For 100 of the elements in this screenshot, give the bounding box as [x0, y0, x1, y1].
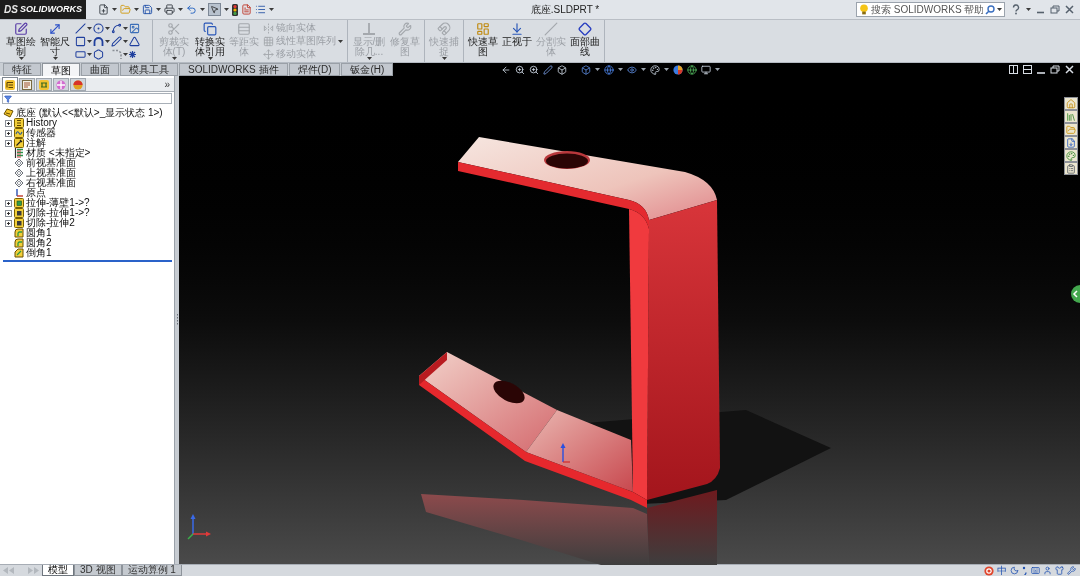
caret-icon[interactable] — [715, 68, 721, 71]
tree-item[interactable]: 圆角2 — [26, 238, 52, 248]
printer-icon[interactable] — [164, 4, 175, 15]
panel-tab[interactable] — [19, 78, 35, 91]
globe-icon[interactable] — [604, 64, 615, 75]
caret-icon[interactable] — [52, 57, 58, 60]
person-icon[interactable] — [1043, 566, 1052, 575]
tree-item[interactable]: 注解 — [26, 138, 46, 148]
expand-icon[interactable] — [5, 129, 12, 137]
undo-arrow-icon[interactable] — [186, 4, 197, 15]
caret-icon[interactable] — [123, 39, 128, 43]
tree-item[interactable]: 倒角1 — [26, 248, 52, 258]
tree-item[interactable]: 材质 <未指定> — [26, 148, 91, 158]
cube-icon[interactable] — [581, 64, 592, 75]
sheet-tab[interactable]: 3D 视图 — [74, 565, 122, 576]
ribbon-button[interactable]: 草图绘制 — [4, 20, 38, 62]
tree-item[interactable]: 传感器 — [26, 128, 56, 138]
caret-icon[interactable] — [123, 52, 128, 56]
ribbon-button[interactable]: 转换实体引用 — [193, 20, 227, 62]
task-pane-tab[interactable] — [1064, 149, 1078, 162]
caret-icon[interactable] — [112, 8, 117, 11]
command-tab[interactable]: SOLIDWORKS 插件 — [179, 63, 288, 76]
logo-circle-icon[interactable] — [984, 565, 994, 576]
tree-item[interactable]: 切除-拉伸2 — [26, 218, 75, 228]
rounded-rectangle-icon[interactable] — [75, 48, 86, 60]
caret-icon[interactable] — [664, 68, 670, 71]
rectangle-tool-icon[interactable] — [75, 35, 86, 47]
caret-icon[interactable] — [224, 8, 229, 11]
asterisk-icon[interactable] — [129, 50, 136, 58]
moon-icon[interactable] — [1010, 566, 1019, 575]
caret-icon[interactable] — [105, 26, 110, 30]
new-document-icon[interactable] — [98, 4, 109, 15]
panel-tab[interactable] — [2, 77, 18, 91]
tree-item[interactable]: History — [26, 118, 58, 128]
magnifier-icon[interactable] — [515, 64, 526, 75]
tree-item[interactable]: 圆角1 — [26, 228, 52, 238]
ribbon-button[interactable]: 智能尺寸 — [38, 20, 72, 62]
caret-icon[interactable] — [207, 57, 213, 60]
caret-icon[interactable] — [123, 26, 128, 30]
tree-item[interactable]: 原点 — [26, 188, 46, 198]
expand-icon[interactable] — [5, 139, 12, 147]
sheet-tab[interactable]: 运动算例 1 — [121, 565, 182, 576]
ime-mode[interactable]: 中 — [997, 565, 1007, 576]
sheet-tab[interactable]: 模型 — [42, 565, 74, 576]
hexagon-icon[interactable] — [93, 48, 104, 60]
caret-icon[interactable] — [269, 8, 274, 11]
command-tab[interactable]: 模具工具 — [120, 63, 178, 76]
caret-icon[interactable] — [997, 8, 1002, 11]
caret-icon[interactable] — [18, 57, 24, 60]
command-tab[interactable]: 草图 — [42, 63, 80, 76]
command-tab[interactable]: 特征 — [3, 63, 41, 76]
task-pane-tab[interactable] — [1064, 136, 1078, 149]
expand-icon[interactable] — [5, 119, 12, 127]
tree-item[interactable]: 上视基准面 — [26, 168, 76, 178]
eye-icon[interactable] — [627, 64, 638, 75]
caret-icon[interactable] — [641, 68, 647, 71]
pointer-icon[interactable] — [208, 3, 221, 16]
wrench-icon[interactable] — [1067, 566, 1076, 575]
restore-icon[interactable] — [1050, 65, 1060, 74]
globe-icon[interactable] — [687, 64, 698, 75]
caret-icon[interactable] — [338, 39, 343, 43]
monitor-icon[interactable] — [701, 64, 712, 75]
search-icon[interactable] — [985, 4, 995, 15]
help-icon[interactable] — [1011, 4, 1021, 15]
line-tool-icon[interactable] — [75, 22, 86, 34]
caret-icon[interactable] — [618, 68, 624, 71]
punctuation-icon[interactable] — [1022, 566, 1028, 575]
tile-icon[interactable] — [1023, 65, 1032, 74]
traffic-light-icon[interactable] — [232, 3, 238, 16]
caret-icon[interactable] — [134, 8, 139, 11]
curve-tool-icon[interactable] — [111, 22, 122, 34]
picture-icon[interactable] — [129, 22, 140, 34]
command-tab[interactable]: 焊件(D) — [288, 63, 341, 76]
left-arrow-icon[interactable] — [501, 64, 512, 75]
triangle-icon[interactable] — [129, 35, 140, 47]
filter-field[interactable] — [2, 93, 172, 104]
keyboard-icon[interactable] — [1031, 566, 1040, 575]
pencil-icon[interactable] — [111, 35, 122, 47]
list-icon[interactable] — [255, 4, 266, 15]
palette-icon[interactable] — [650, 64, 661, 75]
circle-tool-icon[interactable] — [93, 22, 104, 34]
ribbon-button[interactable]: 正视于 — [500, 20, 534, 62]
caret-icon[interactable] — [87, 26, 92, 30]
tile-icon[interactable] — [1009, 65, 1018, 74]
shirt-icon[interactable] — [1055, 566, 1064, 575]
caret-icon[interactable] — [156, 8, 161, 11]
color-wheel-icon[interactable] — [673, 64, 684, 75]
cube-outline-icon[interactable] — [557, 64, 568, 75]
caret-icon[interactable] — [1026, 8, 1031, 11]
ribbon-button[interactable]: 面部曲线 — [568, 20, 602, 62]
command-tab[interactable]: 钣金(H) — [341, 63, 394, 76]
command-tab[interactable]: 曲面 — [81, 63, 119, 76]
caret-icon[interactable] — [178, 8, 183, 11]
tree-item[interactable]: 拉伸-薄壁1->? — [26, 198, 90, 208]
tree-item[interactable]: 切除-拉伸1->? — [26, 208, 90, 218]
expand-icon[interactable] — [5, 219, 12, 227]
caret-icon[interactable] — [200, 8, 205, 11]
tree-item[interactable]: 右视基准面 — [26, 178, 76, 188]
expand-icon[interactable] — [5, 209, 12, 217]
caret-icon[interactable] — [105, 39, 110, 43]
